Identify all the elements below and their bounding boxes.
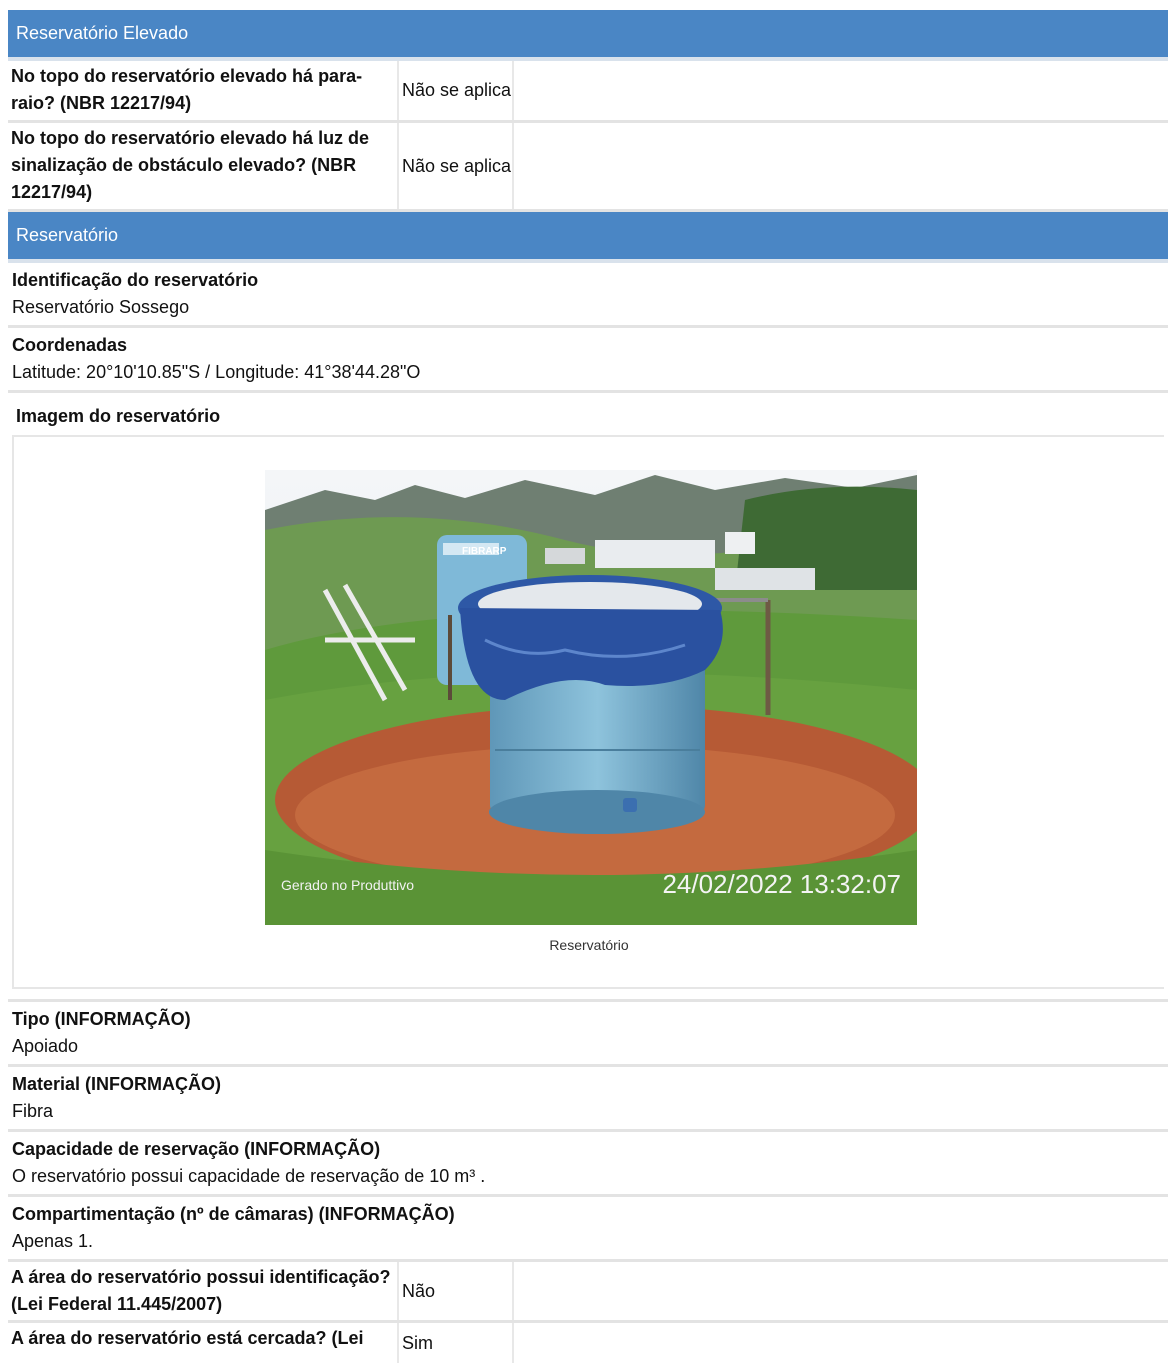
- field-material: Material (INFORMAÇÃO) Fibra: [8, 1067, 1168, 1132]
- question-text: No topo do reservatório elevado há para-…: [11, 66, 363, 113]
- photo-watermark: Gerado no Produttivo: [281, 877, 414, 893]
- question-row-area-cercada: A área do reservatório está cercada? (Le…: [8, 1323, 1168, 1363]
- section-title: Reservatório Elevado: [16, 23, 189, 43]
- field-value: Fibra: [12, 1101, 54, 1121]
- question-row-luz-sinalizacao: No topo do reservatório elevado há luz d…: [8, 123, 1168, 212]
- field-identificacao: Identificação do reservatório Reservatór…: [8, 263, 1168, 328]
- field-value: Apenas 1.: [12, 1231, 94, 1251]
- section-header-reservatorio: Reservatório: [8, 212, 1168, 263]
- section-title: Reservatório: [16, 225, 119, 245]
- field-value: Apoiado: [12, 1036, 79, 1056]
- field-label: Capacidade de reservação (INFORMAÇÃO): [12, 1139, 381, 1159]
- tank-brand-text: FIBRARP: [462, 546, 507, 557]
- field-label: Coordenadas: [12, 335, 128, 355]
- field-label: Compartimentação (nº de câmaras) (INFORM…: [12, 1204, 455, 1224]
- field-value: Latitude: 20°10'10.85"S / Longitude: 41°…: [12, 362, 421, 382]
- image-caption: Reservatório: [549, 937, 629, 953]
- field-label: Imagem do reservatório: [16, 406, 221, 426]
- question-text: A área do reservatório está cercada? (Le…: [11, 1328, 364, 1348]
- answer-text: Não se aplica: [397, 61, 514, 120]
- field-value: Reservatório Sossego: [12, 297, 190, 317]
- reservoir-photo: Gerado no Produttivo 24/02/2022 13:32:07…: [265, 470, 917, 925]
- field-coordenadas: Coordenadas Latitude: 20°10'10.85"S / Lo…: [8, 328, 1168, 393]
- answer-text: Não se aplica: [397, 123, 514, 209]
- image-container: Gerado no Produttivo 24/02/2022 13:32:07…: [12, 435, 1164, 989]
- question-row-para-raio: No topo do reservatório elevado há para-…: [8, 61, 1168, 123]
- question-row-identificacao-area: A área do reservatório possui identifica…: [8, 1262, 1168, 1323]
- field-compartimentacao: Compartimentação (nº de câmaras) (INFORM…: [8, 1197, 1168, 1262]
- question-text: A área do reservatório possui identifica…: [11, 1267, 391, 1314]
- field-label: Identificação do reservatório: [12, 270, 259, 290]
- answer-text: Não: [397, 1262, 514, 1320]
- question-text: No topo do reservatório elevado há luz d…: [11, 128, 370, 202]
- field-capacidade: Capacidade de reservação (INFORMAÇÃO) O …: [8, 1132, 1168, 1197]
- field-label: Tipo (INFORMAÇÃO): [12, 1009, 191, 1029]
- photo-timestamp: 24/02/2022 13:32:07: [662, 869, 901, 899]
- section-header-reservatorio-elevado: Reservatório Elevado: [8, 10, 1168, 61]
- answer-text: Sim: [397, 1323, 514, 1363]
- field-label: Material (INFORMAÇÃO): [12, 1074, 222, 1094]
- report-page: Reservatório Elevado No topo do reservat…: [8, 10, 1168, 1363]
- field-value: O reservatório possui capacidade de rese…: [12, 1166, 486, 1186]
- field-imagem: Imagem do reservatório Gerado no Produtt…: [8, 393, 1168, 1002]
- field-tipo: Tipo (INFORMAÇÃO) Apoiado: [8, 1002, 1168, 1067]
